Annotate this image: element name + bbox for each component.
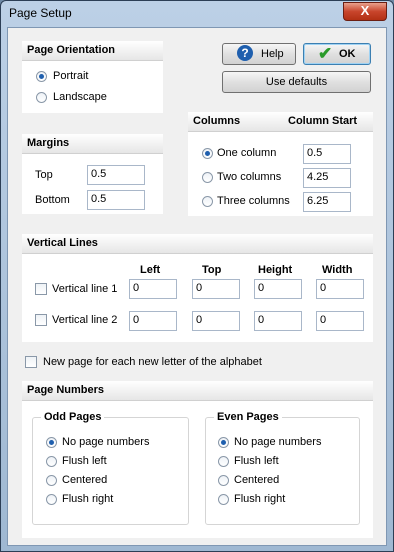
new-page-label: New page for each new letter of the alph… [43, 356, 262, 368]
even-flush-left-label: Flush left [234, 455, 279, 467]
vertical-line-1-label: Vertical line 1 [52, 283, 118, 295]
vertical-line-1-top-input[interactable]: 0 [192, 279, 240, 299]
even-centered-radio[interactable] [218, 475, 229, 486]
odd-flush-right-radio[interactable] [46, 494, 57, 505]
odd-pages-heading: Odd Pages [41, 411, 105, 423]
page-setup-window: Page Setup X Page Orientation Portrait L… [0, 0, 394, 552]
one-column-start-input[interactable]: 0.5 [303, 144, 351, 164]
bottom-margin-label: Bottom [35, 194, 70, 206]
two-columns-label: Two columns [217, 171, 282, 183]
vertical-line-2-checkbox[interactable] [35, 314, 47, 326]
even-flush-right-label: Flush right [234, 493, 286, 505]
dialog-client-area: Page Orientation Portrait Landscape ? He… [7, 27, 387, 546]
top-margin-input[interactable]: 0.5 [87, 165, 145, 185]
three-columns-label: Three columns [217, 195, 290, 207]
top-margin-label: Top [35, 169, 53, 181]
even-centered-label: Centered [234, 474, 280, 486]
even-pages-group: Even Pages No page numbers Flush left Ce… [205, 411, 360, 525]
portrait-radio[interactable] [36, 71, 47, 82]
one-column-radio[interactable] [202, 148, 213, 159]
ok-label: OK [339, 48, 356, 60]
even-flush-left-radio[interactable] [218, 456, 229, 467]
close-button[interactable]: X [343, 2, 387, 21]
odd-flush-left-label: Flush left [62, 455, 107, 467]
col-header-left: Left [140, 264, 161, 276]
one-column-label: One column [217, 147, 277, 159]
vertical-line-2-top-input[interactable]: 0 [192, 311, 240, 331]
landscape-label: Landscape [53, 91, 107, 103]
col-header-height: Height [258, 264, 293, 276]
vertical-line-2-label: Vertical line 2 [52, 314, 118, 326]
vertical-line-1-height-input[interactable]: 0 [254, 279, 302, 299]
odd-centered-radio[interactable] [46, 475, 57, 486]
checkmark-icon: ✔ [318, 44, 333, 63]
even-pages-heading: Even Pages [214, 411, 282, 423]
even-flush-right-radio[interactable] [218, 494, 229, 505]
orientation-heading: Page Orientation [22, 41, 163, 61]
odd-pages-group: Odd Pages No page numbers Flush left Cen… [32, 411, 189, 525]
window-title: Page Setup [9, 6, 72, 20]
help-label: Help [261, 48, 284, 60]
help-button[interactable]: ? Help [222, 43, 296, 65]
title-bar[interactable]: Page Setup X [1, 1, 393, 27]
page-numbers-heading: Page Numbers [22, 381, 373, 401]
orientation-panel: Page Orientation Portrait Landscape [22, 41, 163, 113]
vertical-line-2-left-input[interactable]: 0 [129, 311, 177, 331]
portrait-label: Portrait [53, 70, 89, 82]
even-no-page-numbers-radio[interactable] [218, 437, 229, 448]
odd-no-page-numbers-radio[interactable] [46, 437, 57, 448]
use-defaults-button[interactable]: Use defaults [222, 71, 371, 93]
even-no-page-numbers-label: No page numbers [234, 436, 322, 448]
page-numbers-panel: Page Numbers Odd Pages No page numbers F… [22, 381, 373, 538]
vertical-line-1-checkbox[interactable] [35, 283, 47, 295]
col-header-top: Top [202, 264, 222, 276]
vertical-line-2-width-input[interactable]: 0 [316, 311, 364, 331]
odd-no-page-numbers-label: No page numbers [62, 436, 150, 448]
margins-panel: Margins Top 0.5 Bottom 0.5 [22, 134, 163, 214]
vertical-lines-heading: Vertical Lines [22, 234, 373, 254]
three-columns-radio[interactable] [202, 196, 213, 207]
margins-heading: Margins [22, 134, 163, 154]
vertical-line-1-width-input[interactable]: 0 [316, 279, 364, 299]
odd-centered-label: Centered [62, 474, 108, 486]
bottom-margin-input[interactable]: 0.5 [87, 190, 145, 210]
odd-flush-right-label: Flush right [62, 493, 114, 505]
columns-heading: Columns [193, 115, 241, 127]
odd-flush-left-radio[interactable] [46, 456, 57, 467]
column-start-heading: Column Start [288, 115, 358, 127]
ok-button[interactable]: ✔ OK [303, 43, 371, 65]
col-header-width: Width [322, 264, 353, 276]
vertical-line-2-height-input[interactable]: 0 [254, 311, 302, 331]
three-columns-start-input[interactable]: 6.25 [303, 192, 351, 212]
help-icon: ? [237, 45, 253, 61]
new-page-checkbox[interactable] [25, 356, 37, 368]
columns-header-row: Columns Column Start [188, 112, 373, 132]
two-columns-start-input[interactable]: 4.25 [303, 168, 351, 188]
landscape-radio[interactable] [36, 92, 47, 103]
two-columns-radio[interactable] [202, 172, 213, 183]
vertical-line-1-left-input[interactable]: 0 [129, 279, 177, 299]
columns-panel: Columns Column Start One column 0.5 Two … [188, 112, 373, 216]
vertical-lines-panel: Vertical Lines Left Top Height Width Ver… [22, 234, 373, 342]
